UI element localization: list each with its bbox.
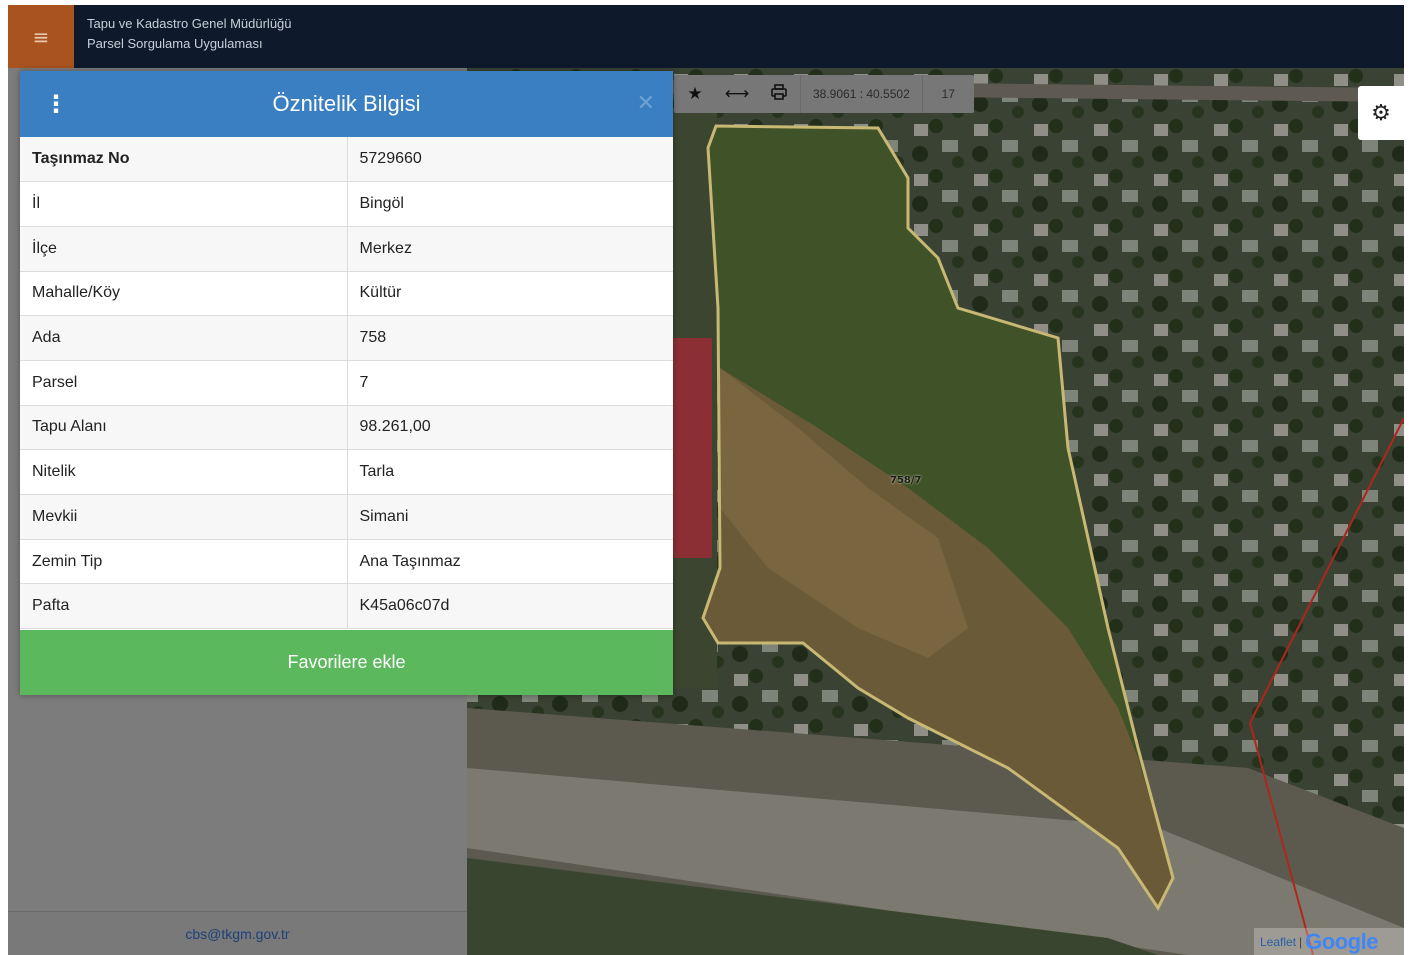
attribute-key: Zemin Tip xyxy=(20,539,348,585)
table-row: Taşınmaz No 5729660 xyxy=(20,137,673,183)
zoom-level: 17 xyxy=(921,75,974,113)
table-row: Nitelik Tarla xyxy=(20,449,673,495)
attribute-key: Tapu Alanı xyxy=(20,405,348,451)
parcel-label: 758/7 xyxy=(890,475,922,486)
google-logo: Google xyxy=(1305,928,1378,954)
hamburger-menu-button[interactable]: ≡ xyxy=(8,5,74,68)
hamburger-icon: ≡ xyxy=(32,24,50,49)
gear-icon: ⚙ xyxy=(1371,100,1391,126)
print-icon xyxy=(771,83,787,105)
star-icon: ★ xyxy=(687,84,703,104)
app-title-line2: Parsel Sorgulama Uygulaması xyxy=(87,36,263,51)
attribute-value: 758 xyxy=(347,315,673,361)
contact-email-link[interactable]: cbs@tkgm.gov.tr xyxy=(185,926,289,942)
measure-button[interactable]: ⟷ xyxy=(716,75,758,113)
app-title-line1: Tapu ve Kadastro Genel Müdürlüğü xyxy=(87,16,292,31)
attribution-separator: | xyxy=(1299,934,1303,949)
table-row: Pafta K45a06c07d xyxy=(20,583,673,630)
app-window: ≡ Tapu ve Kadastro Genel Müdürlüğü Parse… xyxy=(8,5,1404,955)
attribute-key: İl xyxy=(20,181,348,227)
attribute-key: Taşınmaz No xyxy=(20,137,348,183)
table-row: Zemin Tip Ana Taşınmaz xyxy=(20,539,673,585)
map-toolbar: ★ ⟷ 38.9061 : 40.5502 17 xyxy=(674,75,974,113)
side-footer: cbs@tkgm.gov.tr xyxy=(8,911,467,955)
attribute-key: Ada xyxy=(20,315,348,361)
attribute-value: 7 xyxy=(347,360,673,406)
table-row: Mevkii Simani xyxy=(20,494,673,540)
attribute-key: Mevkii xyxy=(20,494,348,540)
table-row: İlçe Merkez xyxy=(20,226,673,272)
attribute-table: Taşınmaz No 5729660 İl Bingöl İlçe Merkez Maha… xyxy=(20,137,673,630)
attribute-value: Simani xyxy=(347,494,673,540)
table-row: Parsel 7 xyxy=(20,360,673,406)
favorites-button[interactable]: ★ xyxy=(674,75,716,113)
print-button[interactable] xyxy=(758,75,800,113)
attribute-value: 5729660 xyxy=(347,137,673,183)
top-bar: ≡ Tapu ve Kadastro Genel Müdürlüğü Parse… xyxy=(8,5,1404,68)
attribute-value: Bingöl xyxy=(347,181,673,227)
table-row: Ada 758 xyxy=(20,315,673,361)
settings-button[interactable]: ⚙ xyxy=(1358,86,1404,140)
measure-icon: ⟷ xyxy=(724,84,750,104)
coordinates-readout: 38.9061 : 40.5502 xyxy=(800,75,922,113)
attribute-panel: ⋮ Öznitelik Bilgisi ✕ Taşınmaz No 5729660… xyxy=(20,71,673,695)
close-icon[interactable]: ✕ xyxy=(637,91,655,116)
attribute-key: İlçe xyxy=(20,226,348,272)
app-title: Tapu ve Kadastro Genel Müdürlüğü Parsel … xyxy=(87,14,292,54)
attribute-value: K45a06c07d xyxy=(347,583,673,630)
attribute-key: Pafta xyxy=(20,583,348,630)
attribute-value: 98.261,00 xyxy=(347,405,673,451)
attribute-panel-header: ⋮ Öznitelik Bilgisi ✕ xyxy=(20,71,673,137)
table-row: Mahalle/Köy Kültür xyxy=(20,271,673,317)
table-row: İl Bingöl xyxy=(20,181,673,227)
table-row: Tapu Alanı 98.261,00 xyxy=(20,405,673,451)
attribute-value: Merkez xyxy=(347,226,673,272)
attribute-value: Ana Taşınmaz xyxy=(347,539,673,585)
attribute-key: Parsel xyxy=(20,360,348,406)
attribute-key: Mahalle/Köy xyxy=(20,271,348,317)
attribute-value: Kültür xyxy=(347,271,673,317)
attribute-value: Tarla xyxy=(347,449,673,495)
vertical-dots-icon[interactable]: ⋮ xyxy=(44,91,68,117)
attribute-panel-title: Öznitelik Bilgisi xyxy=(272,91,421,116)
attribute-key: Nitelik xyxy=(20,449,348,495)
leaflet-link[interactable]: Leaflet xyxy=(1260,935,1296,949)
map-attribution: Leaflet | Google xyxy=(1254,928,1404,955)
add-to-favorites-button[interactable]: Favorilere ekle xyxy=(20,630,673,695)
